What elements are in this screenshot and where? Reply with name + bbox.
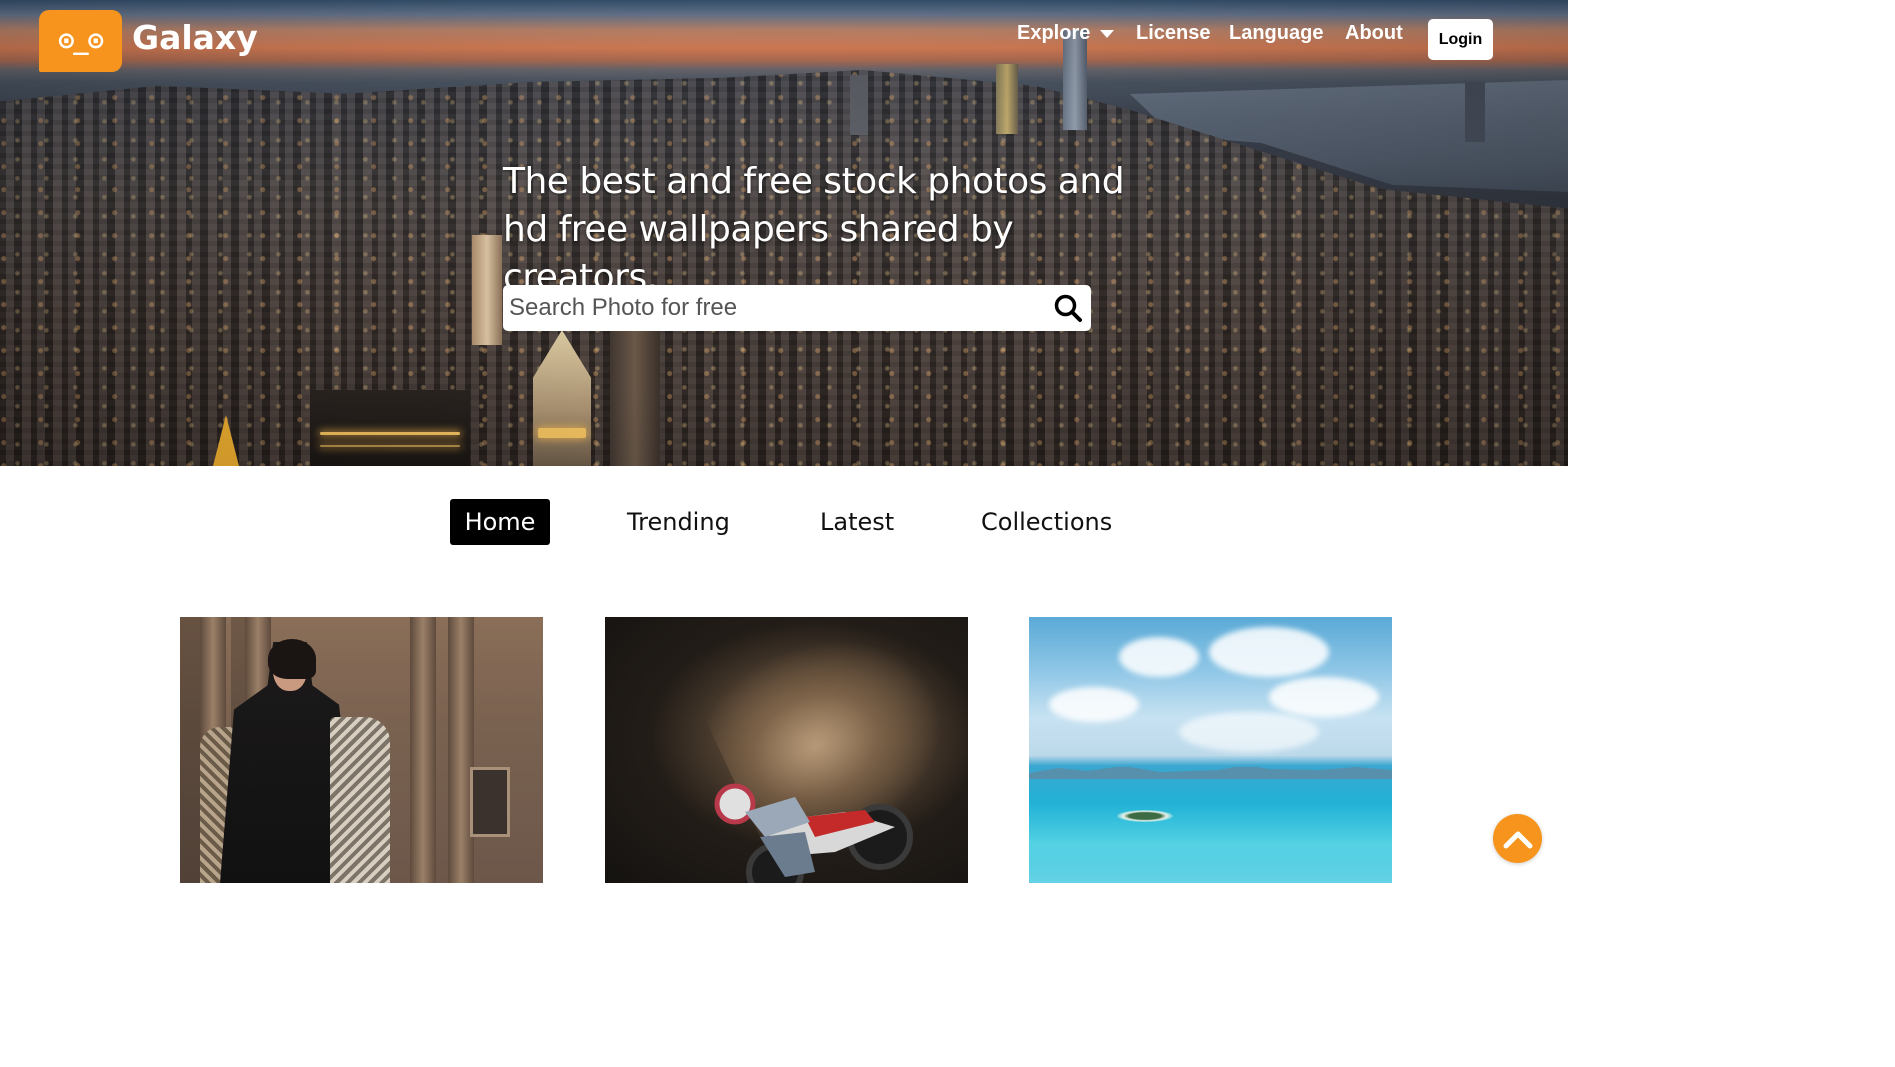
- nav-language[interactable]: Language: [1229, 22, 1323, 45]
- tab-home[interactable]: Home: [450, 499, 550, 545]
- nav-license[interactable]: License: [1136, 22, 1210, 45]
- distant-islands: [1029, 765, 1392, 779]
- gallery-photo-motocross[interactable]: [605, 617, 968, 883]
- lagoon-shallows: [1029, 837, 1392, 883]
- scroll-top-button[interactable]: [1493, 814, 1542, 863]
- tab-collections[interactable]: Collections: [981, 499, 1112, 545]
- logo-icon[interactable]: ⊙_⊙: [39, 10, 122, 72]
- search-button[interactable]: [1045, 285, 1091, 331]
- cloud: [1119, 637, 1199, 677]
- gallery-photo-woman[interactable]: [180, 617, 543, 883]
- gallery-photo-island[interactable]: [1029, 617, 1392, 883]
- caret-down-icon: [1100, 29, 1115, 38]
- cloud: [1209, 627, 1329, 677]
- tab-trending[interactable]: Trending: [627, 499, 730, 545]
- chevron-up-icon: [1503, 831, 1532, 848]
- embroidered-coat: [330, 717, 390, 883]
- tab-latest[interactable]: Latest: [820, 499, 894, 545]
- small-island: [1117, 810, 1173, 822]
- woman-hair: [268, 639, 316, 679]
- hero-headline: The best and free stock photos and hd fr…: [503, 161, 1125, 298]
- search-bar: [503, 285, 1091, 331]
- building-column: [410, 617, 436, 883]
- search-input[interactable]: [503, 285, 1045, 331]
- building-window: [470, 767, 510, 837]
- login-button[interactable]: Login: [1428, 19, 1493, 60]
- nav-about[interactable]: About: [1345, 22, 1403, 45]
- motorbike-rider: [714, 783, 913, 883]
- brand-name[interactable]: Galaxy: [132, 18, 258, 57]
- nav-explore[interactable]: Explore: [1017, 22, 1115, 45]
- nav-explore-label: Explore: [1017, 22, 1091, 44]
- cloud: [1179, 712, 1319, 752]
- building-column: [448, 617, 474, 883]
- search-icon: [1054, 294, 1082, 322]
- cloud: [1269, 677, 1379, 717]
- cloud: [1049, 687, 1139, 722]
